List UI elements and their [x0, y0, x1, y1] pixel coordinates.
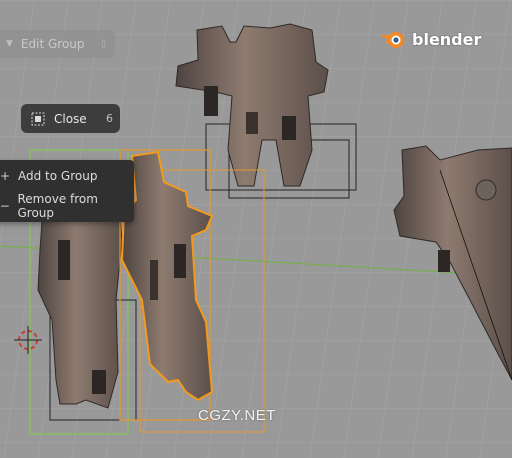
- plus-icon: +: [0, 169, 11, 183]
- edit-group-label: Edit Group: [20, 37, 85, 51]
- triangle-down-icon[interactable]: ▼: [6, 39, 13, 49]
- menu-item-label: Add to Group: [18, 169, 98, 183]
- group-icon: [31, 112, 45, 125]
- blender-brand: blender: [379, 26, 481, 52]
- blender-wordmark: blender: [412, 29, 482, 49]
- edit-group-panel-header[interactable]: ▼ Edit Group ⇧: [0, 30, 115, 58]
- close-group-button[interactable]: Close 6: [21, 104, 120, 133]
- minus-icon: −: [0, 199, 10, 213]
- edit-group-shortcut: ⇧: [98, 37, 108, 51]
- 3d-viewport[interactable]: [0, 0, 512, 458]
- close-button-label: Close: [54, 111, 87, 126]
- menu-item-label: Remove from Group: [17, 192, 98, 220]
- group-context-menu: + Add to Group − Remove from Group: [0, 160, 134, 222]
- menu-item-remove-from-group[interactable]: − Remove from Group: [0, 192, 134, 220]
- menu-item-add-to-group[interactable]: + Add to Group: [0, 162, 134, 190]
- watermark-text: CGZY.NET: [198, 407, 276, 424]
- close-button-shortcut: 6: [106, 112, 113, 125]
- blender-logo-icon: [381, 32, 404, 48]
